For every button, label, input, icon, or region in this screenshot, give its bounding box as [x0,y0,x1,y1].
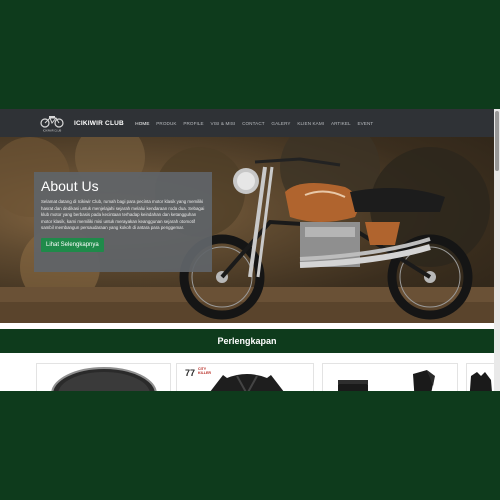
main-nav: HOME PRODUK PROFILE VISI & MISI CONTACT … [132,121,377,126]
helmet-icon [51,367,157,391]
nav-item-galery[interactable]: GALERY [268,121,294,126]
about-us-panel: About Us Selamat datang di Icikiwir Club… [34,172,212,272]
brand-name[interactable]: ICIKIWIR CLUB [74,120,124,127]
nav-item-visi-misi[interactable]: VISI & MISI [207,121,239,126]
motorcycle-logo-icon: ICIKIWIR CLUB [40,116,64,133]
nav-item-contact[interactable]: CONTACT [239,121,268,126]
nav-item-profile[interactable]: PROFILE [180,121,207,126]
section-header-perlengkapan: Perlengkapan [0,329,494,353]
scrollbar-thumb[interactable] [495,111,499,171]
product-cards: 77 CITY KILLER [0,363,496,391]
gloves-icon [469,372,492,391]
product-card-gloves[interactable] [466,363,496,391]
read-more-button[interactable]: Lihat Selengkapnya [41,237,104,252]
about-us-description: Selamat datang di Icikiwir Club, rumah b… [41,199,205,230]
navbar: ICIKIWIR CLUB ICIKIWIR CLUB HOME PRODUK … [0,109,494,137]
nav-item-produk[interactable]: PRODUK [153,121,180,126]
hero-banner: About Us Selamat datang di Icikiwir Club… [0,137,494,323]
logo-caption: ICIKIWIR CLUB [43,129,62,133]
product-card-boots[interactable] [322,363,458,391]
product-card-helmet[interactable] [36,363,171,391]
about-us-title: About Us [41,178,99,194]
jacket-badge-number: 77 [185,368,196,378]
page-scrollbar[interactable] [494,109,500,391]
nav-item-artikel[interactable]: ARTIKEL [328,121,355,126]
section-title: Perlengkapan [217,336,277,346]
product-card-jacket[interactable]: 77 CITY KILLER [176,363,314,391]
club-logo[interactable]: ICIKIWIR CLUB [38,113,66,133]
nav-item-home[interactable]: HOME [132,121,153,126]
browser-viewport: ICIKIWIR CLUB ICIKIWIR CLUB HOME PRODUK … [0,109,500,391]
jacket-badge-text: CITY KILLER [198,367,211,375]
nav-item-event[interactable]: EVENT [354,121,377,126]
nav-item-klien-kami[interactable]: KLIEN KAMI [294,121,328,126]
boots-icon [338,370,435,391]
